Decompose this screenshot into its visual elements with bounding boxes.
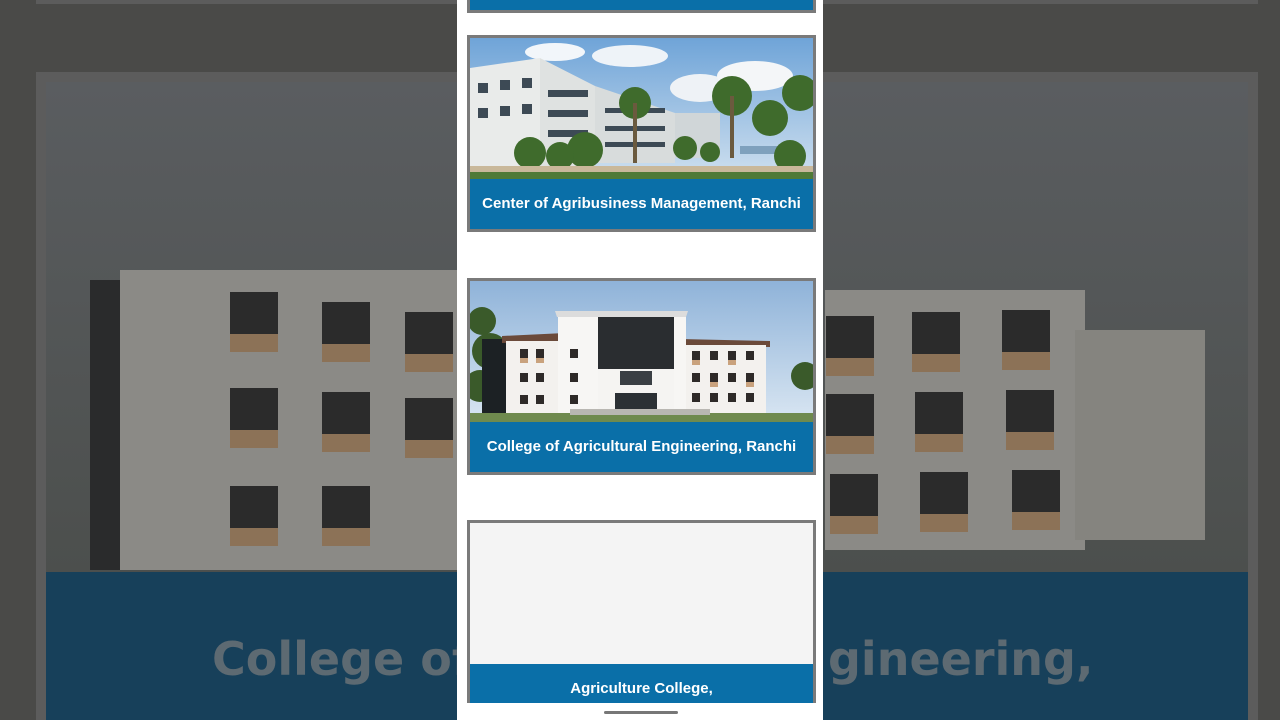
background-window <box>826 394 874 454</box>
background-window <box>405 312 453 372</box>
card-caption[interactable]: Center of Agribusiness Management, Ranch… <box>470 179 813 229</box>
background-window <box>826 316 874 376</box>
background-window <box>322 486 370 546</box>
background-building-far-right <box>1075 330 1205 540</box>
background-window <box>920 472 968 532</box>
card-caption[interactable]: College of Agricultural Engineering, Ran… <box>470 422 813 472</box>
background-window <box>1012 470 1060 530</box>
home-indicator[interactable] <box>604 711 678 714</box>
background-window <box>322 392 370 452</box>
background-window <box>230 292 278 352</box>
college-card[interactable]: College of Agricultural Engineering, Ran… <box>467 278 816 475</box>
background-window <box>405 398 453 458</box>
background-window <box>1006 390 1054 450</box>
college-card[interactable]: Center of Agribusiness Management, Ranch… <box>467 35 816 232</box>
background-window <box>322 302 370 362</box>
background-window <box>912 312 960 372</box>
phone-screen[interactable]: Center of Agribusiness Management, Ranch… <box>457 0 823 720</box>
campus-building-image <box>470 38 813 179</box>
background-window <box>230 486 278 546</box>
previous-card-caption[interactable] <box>467 0 816 13</box>
card-image-engineering <box>470 281 813 422</box>
background-window <box>915 392 963 452</box>
engineering-college-image <box>470 281 813 422</box>
background-caption-left: College of <box>212 632 472 686</box>
background-window <box>1002 310 1050 370</box>
card-image-placeholder <box>470 523 813 664</box>
background-window <box>830 474 878 534</box>
card-image-agribusiness <box>470 38 813 179</box>
college-card[interactable]: Agriculture College, <box>467 520 816 717</box>
background-caption-right: gineering, <box>828 632 1094 686</box>
background-window <box>230 388 278 448</box>
